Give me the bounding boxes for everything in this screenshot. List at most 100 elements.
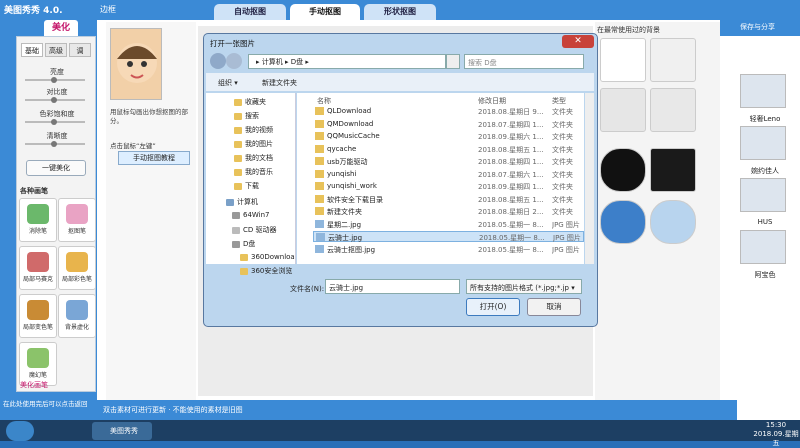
tool-mosaic[interactable]: 局部马赛克 — [19, 246, 57, 290]
file-row[interactable]: yunqishi_work 2018.09.星期四 1... 文件夹 — [313, 181, 584, 192]
brush-icon — [66, 252, 88, 272]
tool-cutout[interactable]: 抠图笔 — [58, 198, 96, 242]
file-name: qycache — [327, 144, 357, 153]
tree-item[interactable]: 我的音乐 — [234, 167, 273, 177]
file-name: 云骑士.jpg — [328, 234, 363, 242]
tree-item[interactable]: 64Win7 — [232, 211, 270, 219]
file-date: 2018.05.星期一 8... — [478, 245, 544, 254]
organize-button[interactable]: 组织 ▾ — [218, 78, 238, 88]
column-date[interactable]: 修改日期 — [478, 96, 506, 106]
file-date: 2018.09.星期四 1... — [478, 183, 544, 191]
file-name: QLDownload — [327, 107, 372, 115]
file-name: 云骑士抠图.jpg — [327, 245, 376, 254]
template-thumb[interactable] — [740, 126, 786, 160]
tab-shape-cutout[interactable]: 形状抠图 — [364, 4, 436, 20]
back-button[interactable] — [210, 53, 226, 69]
subtab-tone[interactable]: 调 — [69, 43, 91, 57]
cancel-button[interactable]: 取消 — [527, 298, 581, 316]
folder-icon — [315, 119, 324, 128]
tree-item[interactable]: D盘 — [232, 239, 255, 249]
tab-auto-cutout[interactable]: 自动抠图 — [214, 4, 286, 20]
bg-thumb[interactable] — [650, 200, 696, 244]
close-button[interactable]: ✕ — [562, 35, 594, 48]
refresh-button[interactable] — [446, 54, 460, 69]
subtab-basic[interactable]: 基础 — [21, 43, 43, 57]
tree-item[interactable]: 360Downloa — [240, 253, 296, 261]
saturation-knob[interactable] — [51, 119, 57, 125]
disc-icon — [232, 226, 240, 234]
file-row[interactable]: yunqishi 2018.07.星期六 1... 文件夹 — [313, 169, 584, 180]
tree-item[interactable]: 搜索 — [234, 111, 259, 121]
folder-icon — [234, 154, 242, 162]
computer-icon — [226, 198, 234, 206]
file-list-scrollbar[interactable] — [585, 93, 594, 264]
file-name: yunqishi_work — [327, 182, 377, 190]
bg-thumb[interactable] — [650, 88, 696, 132]
tree-item[interactable]: 我的视频 — [234, 125, 273, 135]
file-type: 文件夹 — [552, 195, 573, 204]
tool-blur[interactable]: 背景虚化 — [58, 294, 96, 338]
file-row[interactable]: qycache 2018.08.星期五 1... 文件夹 — [313, 144, 584, 155]
file-row[interactable]: 新建文件夹 2018.08.星期日 2... 文件夹 — [313, 206, 584, 217]
sharpness-knob[interactable] — [51, 141, 57, 147]
contrast-knob[interactable] — [51, 97, 57, 103]
manual-cutout-tutorial-button[interactable]: 手动抠图教程 — [118, 151, 190, 165]
file-row[interactable]: 星期二.jpg 2018.05.星期一 8... JPG 图片 — [313, 219, 584, 230]
bg-thumb[interactable] — [650, 38, 696, 82]
drive-icon — [232, 211, 240, 219]
column-name[interactable]: 名称 — [317, 96, 331, 106]
bg-thumb[interactable] — [650, 148, 696, 192]
image-file-icon — [315, 219, 324, 228]
one-key-beautify-button[interactable]: 一键美化 — [26, 160, 86, 176]
column-type[interactable]: 类型 — [552, 96, 566, 106]
file-date: 2018.08.星期日 2... — [478, 208, 544, 216]
file-row[interactable]: QQMusicCache 2018.09.星期六 1... 文件夹 — [313, 131, 584, 142]
file-row[interactable]: 云骑士抠图.jpg 2018.05.星期一 8... JPG 图片 — [313, 244, 584, 255]
file-row[interactable]: QMDownload 2018.07.星期四 1... 文件夹 — [313, 119, 584, 130]
bg-thumb[interactable] — [600, 148, 646, 192]
new-folder-button[interactable]: 新建文件夹 — [262, 78, 297, 88]
tool-eraser[interactable]: 消除笔 — [19, 198, 57, 242]
file-type: 文件夹 — [552, 158, 573, 166]
start-button[interactable] — [6, 421, 34, 441]
search-input[interactable]: 搜索 D盘 — [464, 54, 584, 69]
template-thumb[interactable] — [740, 178, 786, 212]
tree-item[interactable]: 收藏夹 — [234, 97, 266, 107]
subtab-advanced[interactable]: 高级 — [45, 43, 67, 57]
save-share-button[interactable]: 保存与分享 — [740, 22, 775, 32]
download-icon — [234, 182, 242, 190]
tool-color-brush[interactable]: 局部彩色笔 — [58, 246, 96, 290]
file-row[interactable]: 云骑士.jpg 2018.05.星期一 8... JPG 图片 — [313, 231, 584, 242]
file-row[interactable]: 软件安全下载目录 2018.08.星期五 1... 文件夹 — [313, 194, 584, 205]
effects-header: 各种画笔 — [20, 187, 48, 195]
address-path: ▸ 计算机 ▸ D盘 ▸ — [256, 58, 309, 66]
bg-thumb[interactable] — [600, 38, 646, 82]
forward-button[interactable] — [226, 53, 242, 69]
tree-item[interactable]: 计算机 — [226, 197, 258, 207]
tree-item[interactable]: 我的文档 — [234, 153, 273, 163]
filename-label: 文件名(N): — [290, 285, 325, 293]
file-row[interactable]: usb万能驱动 2018.08.星期四 1... 文件夹 — [313, 156, 584, 167]
tool-recolor[interactable]: 局部变色笔 — [19, 294, 57, 338]
tree-item[interactable]: 下载 — [234, 181, 259, 191]
filename-input[interactable]: 云骑士.jpg — [325, 279, 460, 294]
cutout-icon — [66, 204, 88, 224]
tree-item[interactable]: 360安全浏览 — [240, 266, 296, 276]
tree-item[interactable]: CD 驱动器 — [232, 225, 277, 235]
brightness-knob[interactable] — [51, 77, 57, 83]
cutout-hint: 用鼠标勾画出你想抠图的部分。 — [110, 108, 188, 125]
open-button[interactable]: 打开(O) — [466, 298, 520, 316]
bg-thumb[interactable] — [600, 88, 646, 132]
taskbar-meitu[interactable]: 美图秀秀 — [92, 422, 152, 440]
template-thumb[interactable] — [740, 230, 786, 264]
tree-item[interactable]: 我的图片 — [234, 139, 273, 149]
template-thumb[interactable] — [740, 74, 786, 108]
folder-icon — [315, 182, 324, 190]
clock: 15:30 2018.09.星期五 — [752, 421, 800, 448]
file-date: 2018.08.星期四 1... — [478, 158, 544, 166]
filetype-select[interactable]: 所有支持的图片格式 (*.jpg;*.jp ▾ — [466, 279, 582, 294]
tab-manual-cutout[interactable]: 手动抠图 — [290, 4, 360, 20]
bg-thumb[interactable] — [600, 200, 646, 244]
file-row[interactable]: QLDownload 2018.08.星期日 9... 文件夹 — [313, 106, 584, 117]
tab-beautify[interactable]: 美化 — [44, 20, 78, 36]
